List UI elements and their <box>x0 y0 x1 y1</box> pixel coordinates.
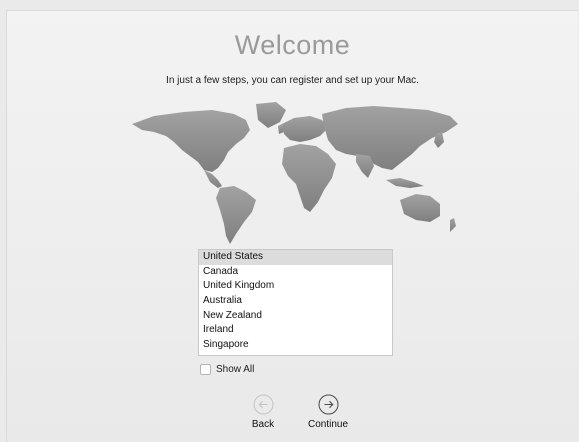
back-button[interactable]: Back <box>233 394 293 430</box>
map-new-zealand <box>450 218 456 232</box>
arrow-left-circle-icon[interactable] <box>253 394 274 415</box>
map-greenland <box>256 102 286 128</box>
country-list-item[interactable]: United States <box>199 250 392 265</box>
page-title: Welcome <box>234 30 351 60</box>
continue-button[interactable]: Continue <box>298 394 358 430</box>
country-list-item[interactable]: Australia <box>199 294 392 309</box>
map-australia <box>400 194 440 222</box>
continue-button-label: Continue <box>307 419 349 430</box>
show-all-label: Show All <box>216 364 255 375</box>
page-subtitle: In just a few steps, you can register an… <box>166 75 419 86</box>
show-all-toggle[interactable]: Show All <box>200 364 254 375</box>
map-europe <box>282 116 328 142</box>
show-all-checkbox[interactable] <box>200 364 211 375</box>
map-north-america <box>132 110 250 172</box>
map-indonesia <box>386 178 424 188</box>
map-central-america <box>204 170 222 188</box>
country-list-item[interactable]: Singapore <box>199 338 392 353</box>
back-button-label: Back <box>251 419 275 430</box>
country-list-item[interactable]: Ireland <box>199 323 392 338</box>
country-list-item[interactable]: New Zealand <box>199 309 392 324</box>
map-south-america <box>216 186 256 244</box>
country-list-item[interactable]: Canada <box>199 265 392 280</box>
country-list-item[interactable]: United Kingdom <box>199 279 392 294</box>
country-list[interactable]: United States Canada United Kingdom Aust… <box>198 249 393 356</box>
world-map-image <box>132 102 458 244</box>
map-africa <box>282 144 336 212</box>
arrow-right-circle-icon[interactable] <box>318 394 339 415</box>
